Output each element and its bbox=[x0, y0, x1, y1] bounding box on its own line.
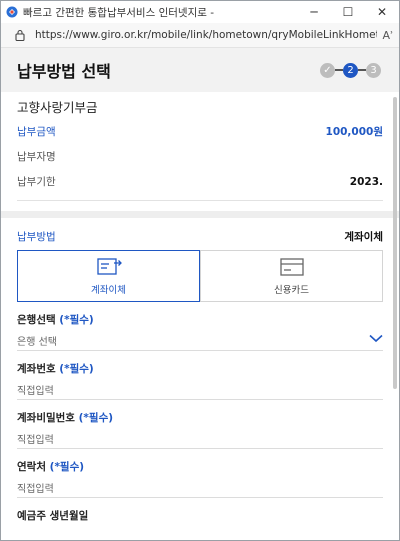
required-mark: (*필수) bbox=[59, 363, 94, 375]
lock-icon bbox=[15, 29, 29, 41]
page-header: 납부방법 선택 ✓ 2 3 bbox=[1, 48, 399, 92]
required-mark: (*필수) bbox=[59, 314, 94, 326]
tab-credit-card[interactable]: 신용카드 bbox=[200, 250, 383, 302]
close-button[interactable]: ✕ bbox=[365, 1, 399, 23]
tab-bank-transfer-label: 계좌이체 bbox=[91, 285, 126, 296]
bank-label-text: 은행선택 bbox=[17, 314, 56, 326]
account-password-label: 계좌비밀번호 (*필수) bbox=[17, 410, 383, 425]
step-connector bbox=[358, 69, 366, 71]
due-row: 납부기한 2023. bbox=[17, 169, 383, 194]
required-mark: (*필수) bbox=[78, 412, 114, 424]
birth-date-label: 예금주 생년월일 bbox=[17, 510, 89, 522]
bill-summary: 고향사랑기부금 납부금액 100,000원 납부자명 납부기한 2023. bbox=[1, 91, 399, 201]
bank-transfer-icon bbox=[95, 256, 123, 278]
page-content[interactable]: 고향사랑기부금 납부금액 100,000원 납부자명 납부기한 2023. 납부… bbox=[1, 91, 399, 540]
bank-select-label: 은행선택 (*필수) bbox=[17, 312, 383, 327]
divider bbox=[17, 200, 383, 201]
amount-label: 납부금액 bbox=[17, 126, 56, 138]
browser-logo-icon bbox=[6, 6, 18, 18]
contact-label-text: 연락처 bbox=[17, 461, 46, 473]
maximize-button[interactable]: ☐ bbox=[331, 1, 365, 23]
amount-row: 납부금액 100,000원 bbox=[17, 119, 383, 144]
bank-select[interactable]: 은행선택 (*필수) 은행 선택 bbox=[17, 302, 383, 351]
payment-method-row: 납부방법 계좌이체 bbox=[1, 222, 399, 250]
account-password-input[interactable]: 직접입력 bbox=[17, 431, 383, 446]
address-bar[interactable]: https://www.giro.or.kr/mobile/link/homet… bbox=[1, 23, 399, 48]
credit-card-icon bbox=[278, 256, 306, 278]
step-1-done-icon: ✓ bbox=[320, 62, 335, 78]
tab-bank-transfer[interactable]: 계좌이체 bbox=[17, 250, 200, 302]
reader-mode-icon[interactable]: Aʾ bbox=[377, 29, 399, 42]
tab-credit-card-label: 신용카드 bbox=[274, 285, 309, 296]
amount-value: 100,000원 bbox=[325, 126, 383, 138]
contact-label: 연락처 (*필수) bbox=[17, 459, 383, 474]
birth-date-field[interactable]: 예금주 생년월일 bbox=[17, 498, 383, 540]
step-3-next: 3 bbox=[366, 62, 381, 78]
password-label-text: 계좌비밀번호 bbox=[17, 412, 75, 424]
url-text[interactable]: https://www.giro.or.kr/mobile/link/homet… bbox=[35, 29, 377, 41]
contact-input[interactable]: 직접입력 bbox=[17, 480, 383, 495]
step-2-current: 2 bbox=[343, 62, 358, 78]
payment-method-value: 계좌이체 bbox=[344, 230, 383, 243]
page-title: 납부방법 선택 bbox=[17, 62, 111, 81]
required-mark: (*필수) bbox=[49, 461, 85, 473]
payer-row: 납부자명 bbox=[17, 144, 383, 169]
account-number-input[interactable]: 직접입력 bbox=[17, 382, 383, 397]
account-number-field[interactable]: 계좌번호 (*필수) 직접입력 bbox=[17, 351, 383, 400]
contact-field[interactable]: 연락처 (*필수) 직접입력 bbox=[17, 449, 383, 498]
chevron-down-icon[interactable] bbox=[369, 328, 383, 347]
step-connector bbox=[335, 69, 343, 71]
window-titlebar: 빠르고 간편한 통합납부서비스 인터넷지로 - ─ ☐ ✕ bbox=[1, 1, 399, 23]
bank-select-value: 은행 선택 bbox=[17, 337, 57, 348]
due-value: 2023. bbox=[349, 175, 383, 188]
bill-name: 고향사랑기부금 bbox=[17, 100, 98, 115]
account-number-label: 계좌번호 (*필수) bbox=[17, 361, 383, 376]
step-indicator: ✓ 2 3 bbox=[320, 62, 381, 78]
payer-label: 납부자명 bbox=[17, 151, 56, 163]
account-password-field[interactable]: 계좌비밀번호 (*필수) 직접입력 bbox=[17, 400, 383, 449]
browser-window: 빠르고 간편한 통합납부서비스 인터넷지로 - ─ ☐ ✕ https://ww… bbox=[0, 0, 400, 541]
account-label-text: 계좌번호 bbox=[17, 363, 56, 375]
payment-method-tabs: 계좌이체 신용카드 bbox=[17, 250, 383, 302]
scrollbar[interactable] bbox=[393, 97, 397, 389]
minimize-button[interactable]: ─ bbox=[297, 1, 331, 23]
payment-method-label: 납부방법 bbox=[17, 230, 56, 243]
section-separator bbox=[1, 211, 399, 218]
window-title: 빠르고 간편한 통합납부서비스 인터넷지로 - bbox=[23, 6, 215, 19]
due-label: 납부기한 bbox=[17, 176, 56, 188]
